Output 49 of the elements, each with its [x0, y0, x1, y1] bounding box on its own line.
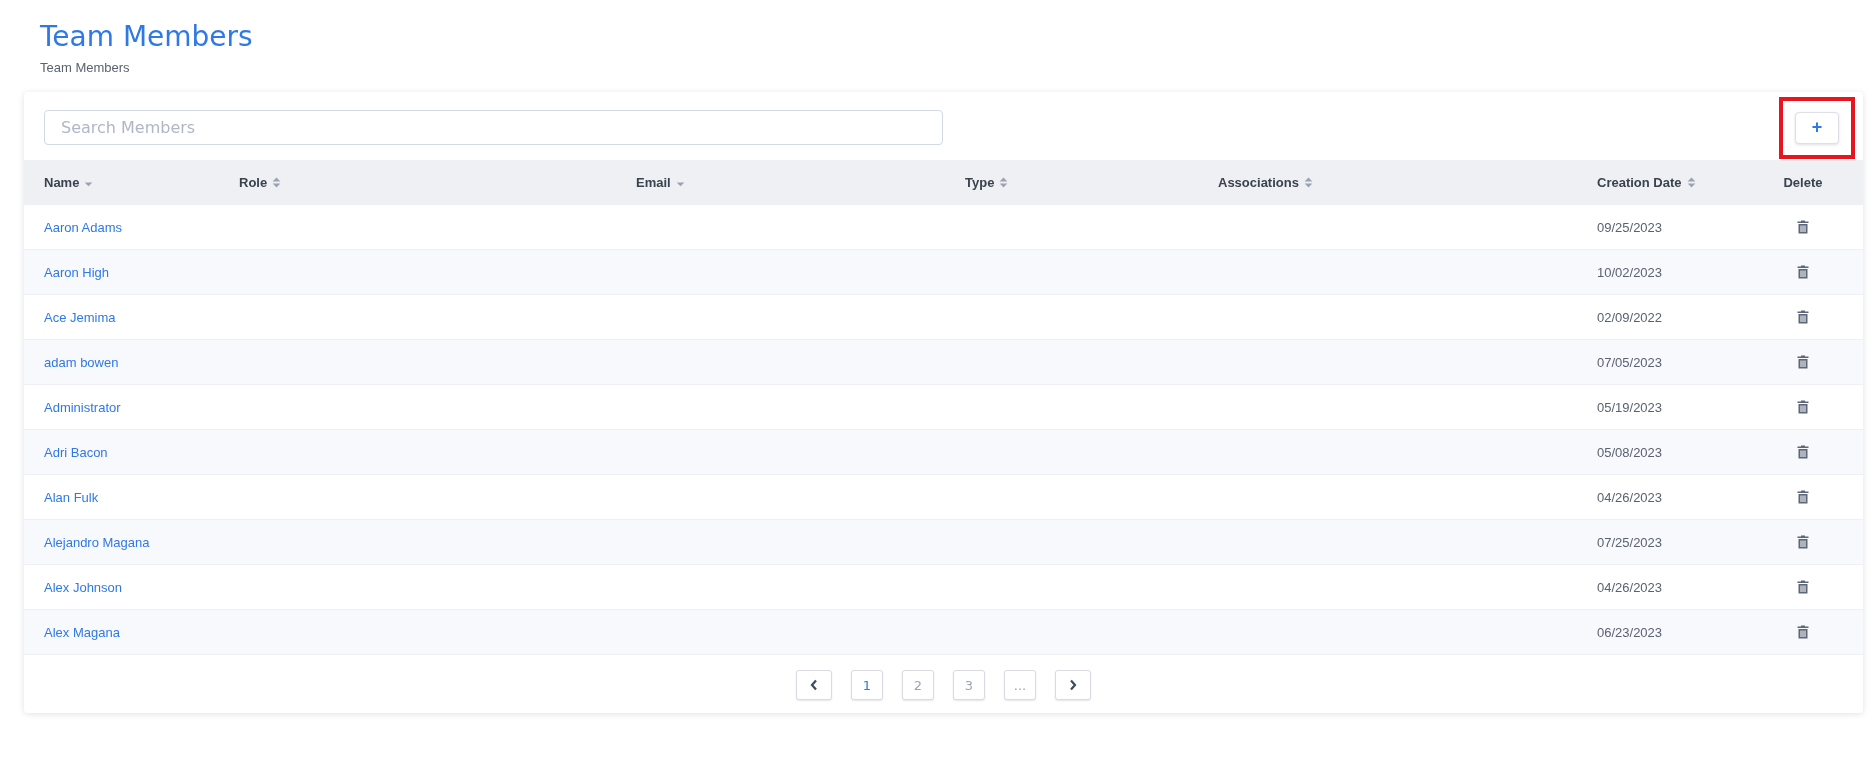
creation-date: 10/02/2023	[1597, 264, 1663, 280]
add-button[interactable]: +	[1795, 111, 1839, 144]
member-name-link[interactable]: Alex Johnson	[44, 579, 123, 595]
page-button[interactable]: ...	[1004, 670, 1036, 700]
creation-date: 05/19/2023	[1597, 399, 1663, 415]
member-name-link[interactable]: Adri Bacon	[44, 444, 108, 460]
trash-icon[interactable]	[1797, 625, 1809, 639]
column-header[interactable]: Delete	[1783, 175, 1823, 190]
creation-date: 07/05/2023	[1597, 354, 1663, 370]
creation-date: 06/23/2023	[1597, 624, 1663, 640]
trash-icon[interactable]	[1797, 220, 1809, 234]
page-button[interactable]: 2	[902, 670, 934, 700]
creation-date: 05/08/2023	[1597, 444, 1663, 460]
search-field[interactable]: Search Members	[44, 110, 943, 145]
member-name-link[interactable]: adam bowen	[44, 354, 119, 370]
member-name-link[interactable]: Alex Magana	[44, 624, 120, 640]
chevron-right-icon	[1069, 679, 1077, 691]
column-header[interactable]: Type	[965, 175, 995, 190]
page-button[interactable]: 3	[953, 670, 985, 700]
trash-icon[interactable]	[1797, 265, 1809, 279]
member-name-link[interactable]: Administrator	[44, 399, 121, 415]
creation-date: 07/25/2023	[1597, 534, 1663, 550]
member-name-link[interactable]: Ace Jemima	[44, 309, 116, 325]
previous-page-button[interactable]	[796, 670, 832, 700]
column-header[interactable]: Creation Date	[1597, 175, 1682, 190]
page-title: Team Members	[40, 19, 254, 55]
creation-date: 09/25/2023	[1597, 219, 1663, 235]
next-page-button[interactable]	[1055, 670, 1091, 700]
trash-icon[interactable]	[1797, 400, 1809, 414]
trash-icon[interactable]	[1797, 445, 1809, 459]
chevron-left-icon	[810, 679, 818, 691]
column-header[interactable]: Email	[636, 175, 671, 190]
trash-icon[interactable]	[1797, 535, 1809, 549]
member-name-link[interactable]: Alan Fulk	[44, 489, 99, 505]
member-name-link[interactable]: Aaron High	[44, 264, 110, 280]
column-header[interactable]: Name	[44, 175, 80, 190]
trash-icon[interactable]	[1797, 310, 1809, 324]
column-header[interactable]: Role	[239, 175, 268, 190]
trash-icon[interactable]	[1797, 580, 1809, 594]
creation-date: 02/09/2022	[1597, 309, 1663, 325]
page-button[interactable]: 1	[851, 670, 883, 700]
member-name-link[interactable]: Aaron Adams	[44, 219, 123, 235]
trash-icon[interactable]	[1797, 355, 1809, 369]
breadcrumb: Team Members	[40, 60, 131, 75]
trash-icon[interactable]	[1797, 490, 1809, 504]
creation-date: 04/26/2023	[1597, 579, 1663, 595]
column-header[interactable]: Associations	[1218, 175, 1299, 190]
creation-date: 04/26/2023	[1597, 489, 1663, 505]
member-name-link[interactable]: Alejandro Magana	[44, 534, 150, 550]
